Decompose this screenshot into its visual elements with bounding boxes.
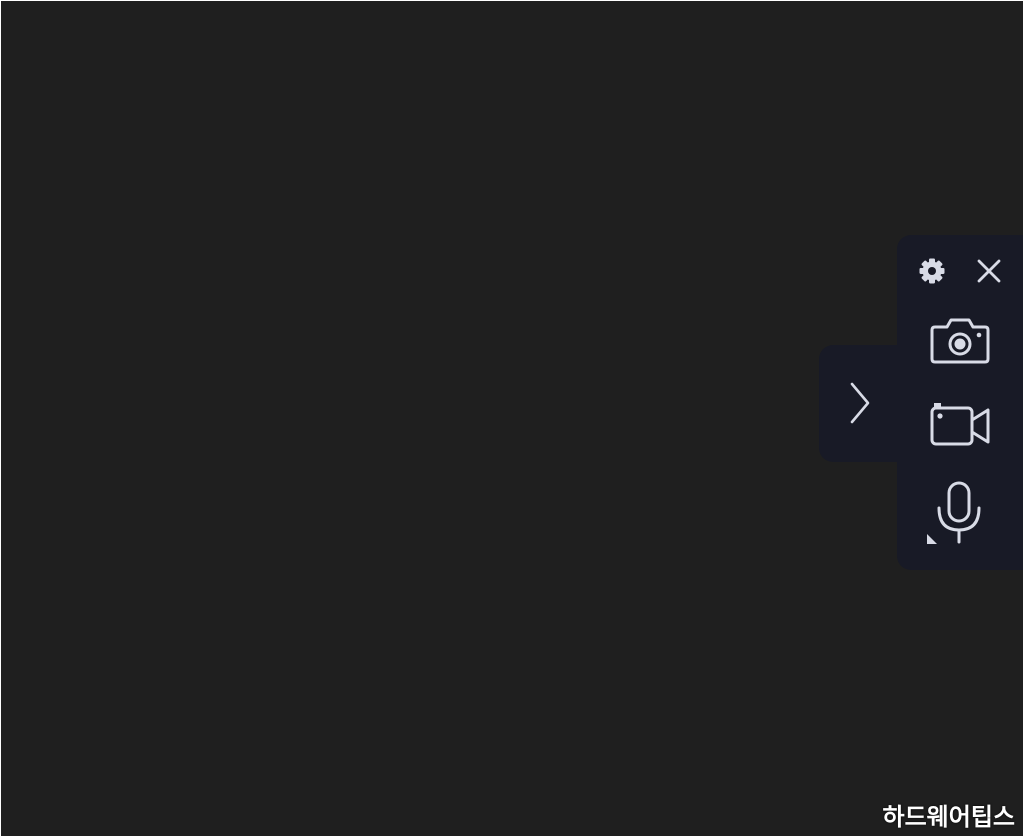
capture-toolbar [897,235,1023,570]
dropdown-indicator-icon [927,534,937,544]
camera-icon [930,318,990,364]
screenshot-button[interactable] [927,313,993,367]
video-camera-icon [930,403,990,446]
settings-button[interactable] [916,255,948,287]
collapse-toolbar-tab[interactable] [819,345,909,462]
microphone-icon [927,481,981,544]
expand-button[interactable] [843,379,877,427]
record-video-button[interactable] [927,401,993,449]
audio-button[interactable] [925,479,993,547]
gear-icon [919,258,945,284]
desktop-area: 하드웨어팁스 [1,1,1023,836]
close-icon [977,259,1001,283]
watermark: 하드웨어팁스 [882,803,1015,831]
close-button[interactable] [973,255,1005,287]
chevron-right-icon [850,382,870,424]
